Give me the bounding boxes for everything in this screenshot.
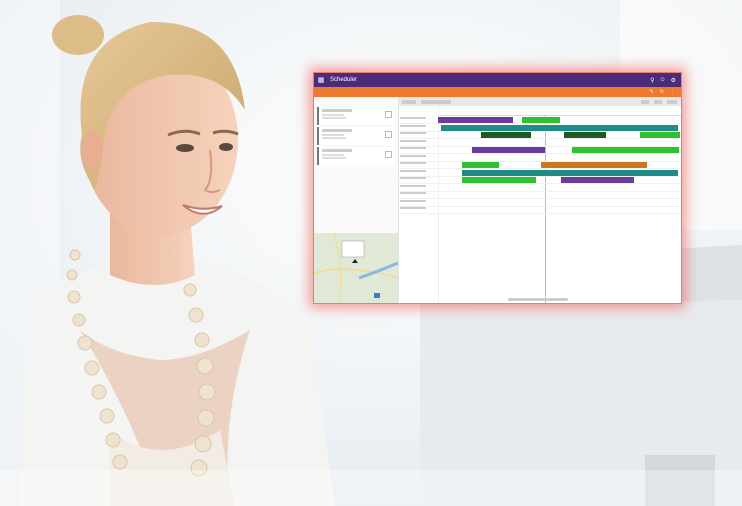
requirement-card[interactable] (317, 107, 395, 125)
booking-bar[interactable] (640, 132, 680, 138)
add-user-icon[interactable]: ☺ (659, 77, 665, 83)
booking-bar[interactable] (462, 177, 536, 183)
resource-name[interactable] (400, 124, 426, 127)
horizontal-scrollbar[interactable] (508, 298, 568, 301)
checkbox[interactable] (385, 151, 392, 158)
resource-name[interactable] (400, 162, 426, 164)
date-picker[interactable] (421, 99, 451, 104)
booking-bar[interactable] (564, 132, 606, 138)
booking-bar[interactable] (438, 117, 513, 123)
row-divider (398, 138, 681, 139)
resource-name[interactable] (400, 184, 426, 187)
booking-bar[interactable] (541, 162, 647, 168)
requirement-card[interactable] (317, 147, 395, 165)
row-divider (398, 190, 681, 192)
booking-bar[interactable] (561, 177, 634, 183)
row-divider (398, 130, 681, 132)
row-divider (398, 198, 681, 199)
edit-icon[interactable]: ✎ (650, 89, 654, 95)
resource-name[interactable] (400, 139, 426, 142)
row-divider (398, 205, 681, 207)
row-divider (398, 175, 681, 177)
booking-bar[interactable] (472, 147, 545, 153)
filter-button[interactable] (402, 99, 416, 104)
row-divider (398, 213, 681, 214)
row-divider (398, 153, 681, 154)
map-roads (314, 232, 399, 303)
booking-bar[interactable] (522, 117, 560, 123)
schedule-timeline (398, 106, 681, 303)
resource-name[interactable] (400, 169, 426, 172)
booking-bar[interactable] (462, 162, 499, 168)
booking-bar[interactable] (462, 169, 678, 176)
app-title: Scheduler (330, 77, 358, 83)
booking-bar[interactable] (572, 147, 679, 153)
requirement-card[interactable] (317, 127, 395, 145)
booking-bar[interactable] (441, 124, 678, 131)
booking-bar[interactable] (481, 132, 531, 138)
view-day-button[interactable] (641, 99, 649, 104)
resource-name[interactable] (400, 199, 426, 202)
map-view[interactable] (314, 232, 399, 303)
sub-bar: ✎ ↻ ⋮ (314, 87, 681, 97)
grid-menu-icon[interactable]: ▦ (314, 73, 328, 87)
resource-name[interactable] (400, 117, 426, 119)
resource-name[interactable] (400, 154, 426, 157)
resource-name[interactable] (400, 207, 426, 209)
resource-name[interactable] (400, 192, 426, 194)
settings-icon[interactable]: ⚙ (671, 77, 676, 84)
row-divider (398, 183, 681, 184)
view-month-button[interactable] (667, 99, 677, 104)
scheduler-screen: ▦ Scheduler ⚲ ☺ ⚙ ✎ ↻ ⋮ (313, 72, 682, 304)
resource-column (398, 106, 439, 303)
view-week-button[interactable] (654, 99, 662, 104)
refresh-icon[interactable]: ↻ (660, 89, 664, 95)
schedule-toolbar (398, 97, 681, 106)
resource-name[interactable] (400, 177, 426, 179)
requirements-panel (314, 97, 399, 303)
hour-header (438, 106, 681, 116)
checkbox[interactable] (385, 131, 392, 138)
resource-name[interactable] (400, 132, 426, 134)
current-time-line (545, 115, 546, 303)
resource-name[interactable] (400, 147, 426, 149)
more-icon[interactable]: ⋮ (670, 89, 675, 95)
search-icon[interactable]: ⚲ (650, 77, 654, 84)
checkbox[interactable] (385, 111, 392, 118)
app-bar: ▦ Scheduler ⚲ ☺ ⚙ (314, 73, 681, 87)
